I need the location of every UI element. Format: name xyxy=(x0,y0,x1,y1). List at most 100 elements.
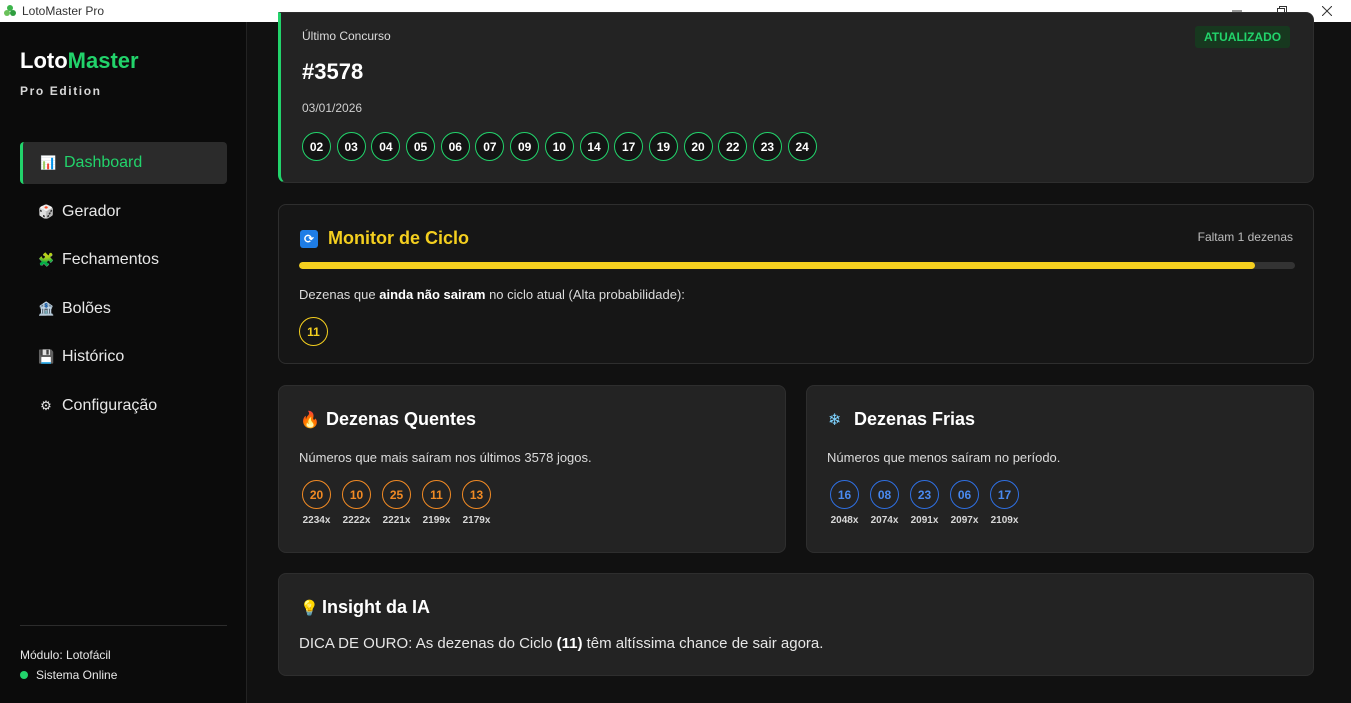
system-status: Sistema Online xyxy=(20,668,117,682)
app-logo-icon xyxy=(4,5,16,16)
frequency-count: 2091x xyxy=(910,515,939,526)
number-ball: 25 xyxy=(382,480,411,509)
hot-title-text: Dezenas Quentes xyxy=(326,409,477,429)
number-ball: 17 xyxy=(614,132,644,161)
cycle-monitor-card: ⟳ Monitor de Ciclo Faltam 1 dezenas Deze… xyxy=(278,204,1314,364)
insight-text-bold: (11) xyxy=(556,635,583,652)
floppy-icon: 💾 xyxy=(38,349,55,364)
sidebar-item-configuracao[interactable]: ⚙ Configuração xyxy=(20,385,227,427)
cold-numbers-title: ❄ Dezenas Frias xyxy=(828,409,975,430)
cycle-remaining: Faltam 1 dezenas xyxy=(1197,230,1293,244)
frequency-count: 2109x xyxy=(990,515,1019,526)
refresh-icon: ⟳ xyxy=(300,229,318,248)
cold-numbers-list: 16 2048x 08 2074x 23 2091x 06 2097x 17 2109x xyxy=(827,480,1027,526)
system-status-text: Sistema Online xyxy=(36,668,118,682)
ai-insight-text: DICA DE OURO: As dezenas do Ciclo (11) t… xyxy=(299,635,823,652)
frequency-count: 2221x xyxy=(382,515,411,526)
cycle-description: Dezenas que ainda não sairam no ciclo at… xyxy=(299,287,685,302)
bank-icon: 🏦 xyxy=(38,300,55,316)
hot-numbers-title: 🔥 Dezenas Quentes xyxy=(300,409,476,430)
frequency-count: 2199x xyxy=(422,515,451,526)
cold-numbers-card: ❄ Dezenas Frias Números que menos saíram… xyxy=(806,385,1314,553)
brand-name-part2: Master xyxy=(67,48,139,73)
last-draw-card: Último Concurso #3578 03/01/2026 ATUALIZ… xyxy=(278,12,1314,183)
brand-logo: LotoMaster xyxy=(20,48,139,74)
frequency-count: 2222x xyxy=(342,515,371,526)
last-draw-date: 03/01/2026 xyxy=(302,101,363,115)
insight-text-post: têm altíssima chance de sair agora. xyxy=(582,635,824,652)
ai-insight-title: 💡 Insight da IA xyxy=(300,597,430,618)
list-item: 08 2074x xyxy=(867,480,902,526)
cycle-desc-post: no ciclo atual (Alta probabilidade): xyxy=(485,287,685,302)
number-ball: 11 xyxy=(299,317,328,346)
list-item: 10 2222x xyxy=(339,480,374,526)
number-ball: 02 xyxy=(302,132,331,161)
number-ball: 22 xyxy=(718,132,748,161)
number-ball: 10 xyxy=(544,132,574,161)
list-item: 11 2199x xyxy=(419,480,454,526)
frequency-count: 2074x xyxy=(870,515,899,526)
list-item: 23 2091x xyxy=(907,480,942,526)
brand-name-part1: Loto xyxy=(20,48,68,73)
cold-numbers-description: Números que menos saíram no período. xyxy=(827,450,1061,465)
last-draw-number: #3578 xyxy=(302,59,364,84)
list-item: 06 2097x xyxy=(947,480,982,526)
frequency-count: 2048x xyxy=(830,515,859,526)
list-item: 13 2179x xyxy=(459,480,494,526)
status-badge: ATUALIZADO xyxy=(1195,26,1291,48)
lightbulb-icon: 💡 xyxy=(300,599,319,617)
cycle-title-text: Monitor de Ciclo xyxy=(328,228,469,248)
dice-icon: 🎲 xyxy=(38,203,55,219)
main-scrollbar[interactable] xyxy=(1339,22,1351,703)
sidebar-item-boloes[interactable]: 🏦 Bolões xyxy=(20,288,227,330)
sidebar-nav: 📊 Dashboard 🎲 Gerador 🧩 Fechamentos 🏦 Bo… xyxy=(20,142,227,433)
sidebar-item-historico[interactable]: 💾 Histórico xyxy=(20,336,227,378)
hot-numbers-description: Números que mais saíram nos últimos 3578… xyxy=(299,450,592,465)
sidebar-divider xyxy=(20,625,227,626)
ai-insight-card: 💡 Insight da IA DICA DE OURO: As dezenas… xyxy=(278,573,1314,676)
sidebar-item-label: Configuração xyxy=(62,396,158,414)
cycle-monitor-title: ⟳ Monitor de Ciclo xyxy=(300,228,469,249)
snowflake-icon: ❄ xyxy=(828,411,842,429)
frequency-count: 2179x xyxy=(462,515,491,526)
sidebar-item-label: Histórico xyxy=(62,348,125,365)
frequency-count: 2097x xyxy=(950,515,979,526)
insight-text-pre: DICA DE OURO: As dezenas do Ciclo xyxy=(299,635,557,652)
module-label: Módulo: Lotofácil xyxy=(20,648,111,662)
number-ball: 06 xyxy=(950,480,979,509)
last-draw-balls: 02 03 04 05 06 07 09 10 14 17 19 20 22 2… xyxy=(302,132,822,161)
bar-chart-icon: 📊 xyxy=(40,155,57,170)
cycle-progress-fill xyxy=(299,262,1256,269)
number-ball: 23 xyxy=(910,480,939,509)
sidebar-item-label: Bolões xyxy=(62,299,111,317)
hot-numbers-list: 20 2234x 10 2222x 25 2221x 11 2199x 13 2179x xyxy=(299,480,499,526)
cycle-desc-bold: ainda não sairam xyxy=(379,287,486,302)
number-ball: 03 xyxy=(336,132,366,161)
sidebar-item-fechamentos[interactable]: 🧩 Fechamentos xyxy=(20,239,227,281)
number-ball: 11 xyxy=(422,480,451,509)
number-ball: 16 xyxy=(830,480,859,509)
number-ball: 24 xyxy=(787,132,817,161)
sidebar: LotoMaster Pro Edition 📊 Dashboard 🎲 Ger… xyxy=(0,22,247,703)
brand-edition: Pro Edition xyxy=(20,84,102,98)
cycle-progress-bar xyxy=(299,262,1295,269)
number-ball: 13 xyxy=(462,480,491,509)
sidebar-item-label: Fechamentos xyxy=(62,251,159,268)
sidebar-item-dashboard[interactable]: 📊 Dashboard xyxy=(20,142,227,184)
hot-numbers-card: 🔥 Dezenas Quentes Números que mais saíra… xyxy=(278,385,786,553)
close-icon xyxy=(1322,6,1332,16)
number-ball: 20 xyxy=(302,480,331,509)
number-ball: 05 xyxy=(406,132,436,161)
sidebar-item-gerador[interactable]: 🎲 Gerador xyxy=(20,191,227,233)
sidebar-item-label: Gerador xyxy=(62,202,121,220)
number-ball: 23 xyxy=(752,132,782,161)
number-ball: 08 xyxy=(870,480,899,509)
number-ball: 04 xyxy=(371,132,401,161)
gear-icon: ⚙ xyxy=(40,397,52,413)
number-ball: 07 xyxy=(475,132,505,161)
cycle-missing-balls: 11 xyxy=(299,317,334,346)
number-ball: 17 xyxy=(990,480,1019,509)
cold-title-text: Dezenas Frias xyxy=(854,409,976,429)
list-item: 16 2048x xyxy=(827,480,862,526)
number-ball: 06 xyxy=(440,132,470,161)
